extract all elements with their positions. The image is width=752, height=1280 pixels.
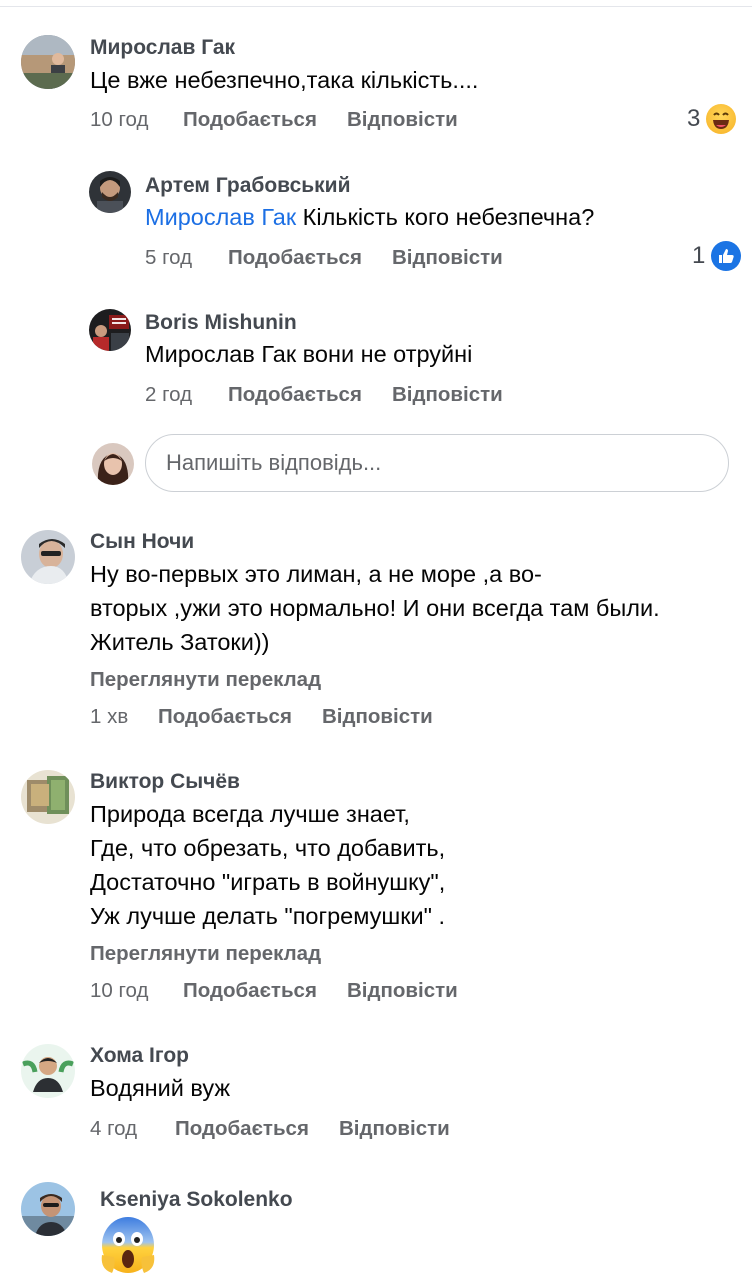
top-divider [0,6,752,7]
comment-author[interactable]: Виктор Сычёв [90,770,240,794]
avatar[interactable] [89,309,131,351]
like-icon [711,241,742,271]
comment-author[interactable]: Артем Грабовський [145,174,351,198]
comment-text-line-4: Уж лучше делать "погремушки" . [90,903,446,929]
reaction-summary[interactable]: 1 [692,241,742,271]
comment-text: Мирослав Гак вони не отруйні [145,341,473,367]
comment-time[interactable]: 4 год [90,1117,137,1141]
reaction-count: 1 [692,242,706,269]
reply-button[interactable]: Відповісти [347,979,458,1003]
comment-text-line-3: Житель Затоки)) [90,629,270,655]
comment-author[interactable]: Kseniya Sokolenko [100,1188,293,1212]
comment-time[interactable]: 5 год [145,246,192,270]
like-button[interactable]: Подобається [228,246,362,270]
comment-text: Мирослав Гак Кількість кого небезпечна? [145,200,594,234]
avatar[interactable] [21,1182,75,1236]
current-user-avatar [92,443,134,485]
avatar[interactable] [89,171,131,213]
like-button[interactable]: Подобається [228,383,362,407]
reaction-summary[interactable]: 3 [687,104,737,134]
see-translation-link[interactable]: Переглянути переклад [90,942,321,966]
comment-author[interactable]: Boris Mishunin [145,311,297,335]
comment-text-line-1: Ну во-первых это лиман, а не море ,а во- [90,561,542,587]
comment-author[interactable]: Мирослав Гак [90,36,235,60]
comment-body: Кількість кого небезпечна? [296,204,595,230]
comment-time[interactable]: 10 год [90,108,148,132]
comment-time[interactable]: 10 год [90,979,148,1003]
comment-text-line-3: Достаточно "играть в войнушку", [90,869,446,895]
comment-time[interactable]: 1 хв [90,705,128,729]
comment-text-line-2: вторых ,ужи это нормально! И они всегда … [90,595,660,621]
comment-author[interactable]: Хома Ігор [90,1044,189,1068]
reply-button[interactable]: Відповісти [392,383,503,407]
comment-text: Це вже небезпечно,така кількість.... [90,67,479,93]
comment-text: Водяний вуж [90,1075,231,1101]
avatar[interactable] [21,1044,75,1098]
comment-text-line-2: Где, что обрезать, что добавить, [90,835,446,861]
reply-input[interactable]: Напишіть відповідь... [145,434,729,492]
reply-button[interactable]: Відповісти [322,705,433,729]
haha-icon [706,104,737,134]
mention-link[interactable]: Мирослав Гак [145,204,296,230]
like-button[interactable]: Подобається [183,108,317,132]
reply-button[interactable]: Відповісти [347,108,458,132]
comment-text-line-1: Природа всегда лучше знает, [90,801,410,827]
avatar[interactable] [21,770,75,824]
like-button[interactable]: Подобається [158,705,292,729]
reply-button[interactable]: Відповісти [392,246,503,270]
see-translation-link[interactable]: Переглянути переклад [90,668,321,692]
like-button[interactable]: Подобається [183,979,317,1003]
like-button[interactable]: Подобається [175,1117,309,1141]
avatar[interactable] [21,35,75,89]
reaction-count: 3 [687,105,701,132]
screaming-face-icon [100,1215,156,1275]
reply-button[interactable]: Відповісти [339,1117,450,1141]
avatar[interactable] [21,530,75,584]
comment-time[interactable]: 2 год [145,383,192,407]
comment-author[interactable]: Сын Ночи [90,530,194,554]
